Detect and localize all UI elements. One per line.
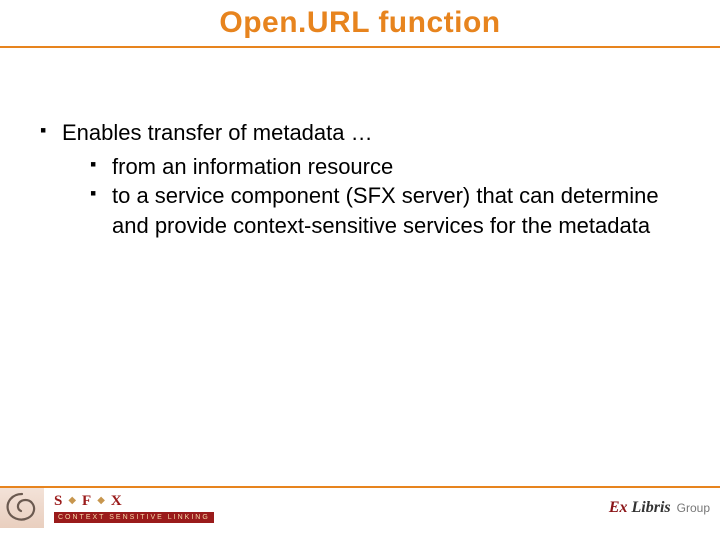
- slide-body: ▪ Enables transfer of metadata … ▪ from …: [0, 48, 720, 241]
- footer: S ◆ F ◆ X CONTEXT SENSITIVE LINKING Ex L…: [0, 486, 720, 528]
- diamond-icon: ◆: [97, 495, 105, 506]
- square-bullet-icon: ▪: [90, 152, 96, 176]
- bullet-text: to a service component (SFX server) that…: [112, 183, 659, 238]
- square-bullet-icon: ▪: [90, 181, 96, 205]
- bullet-level1: ▪ Enables transfer of metadata …: [40, 118, 680, 148]
- brand-libris: Libris: [632, 499, 671, 517]
- sfx-f: F: [82, 493, 91, 510]
- diamond-icon: ◆: [68, 495, 76, 506]
- slide-title: Open.URL function: [0, 0, 720, 46]
- brand-ex: Ex: [609, 499, 628, 517]
- bullet-level2-group: ▪ from an information resource ▪ to a se…: [40, 152, 680, 241]
- swirl-icon: [0, 488, 44, 528]
- footer-row: S ◆ F ◆ X CONTEXT SENSITIVE LINKING Ex L…: [0, 488, 720, 528]
- slide: Open.URL function ▪ Enables transfer of …: [0, 0, 720, 540]
- square-bullet-icon: ▪: [40, 118, 46, 142]
- sfx-logo: S ◆ F ◆ X CONTEXT SENSITIVE LINKING: [44, 488, 224, 528]
- sfx-word: S ◆ F ◆ X: [54, 493, 214, 510]
- exlibris-logo: Ex Libris Group: [609, 499, 710, 517]
- bullet-level2: ▪ to a service component (SFX server) th…: [90, 181, 680, 240]
- bullet-level2: ▪ from an information resource: [90, 152, 680, 182]
- sfx-tagline: CONTEXT SENSITIVE LINKING: [54, 512, 214, 523]
- bullet-text: Enables transfer of metadata …: [62, 120, 373, 145]
- brand-group: Group: [677, 501, 710, 515]
- footer-left: S ◆ F ◆ X CONTEXT SENSITIVE LINKING: [0, 488, 224, 528]
- sfx-s: S: [54, 493, 62, 510]
- bullet-text: from an information resource: [112, 154, 393, 179]
- sfx-x: X: [111, 493, 122, 510]
